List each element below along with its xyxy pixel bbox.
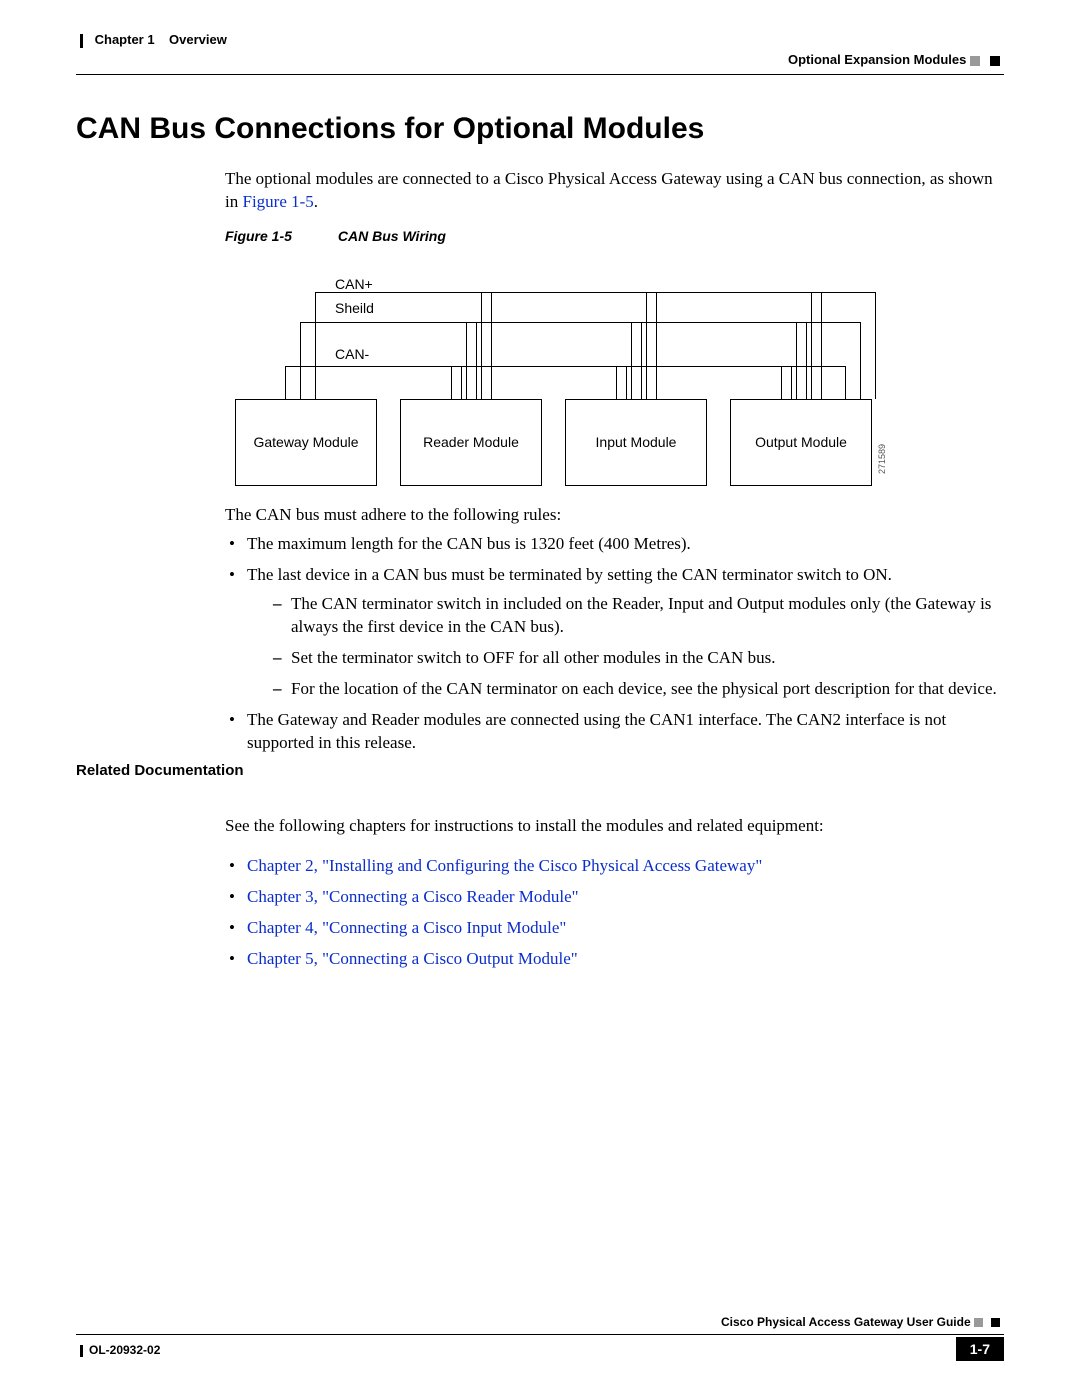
rule-subitem: The CAN terminator switch in included on… xyxy=(273,593,1002,639)
wire xyxy=(491,292,492,399)
intro-text: The optional modules are connected to a … xyxy=(225,169,993,211)
shield-label: Sheild xyxy=(335,300,374,316)
related-link-item: Chapter 5, "Connecting a Cisco Output Mo… xyxy=(225,948,1002,971)
footer-rule xyxy=(76,1334,1004,1335)
header-rule xyxy=(76,74,1004,75)
wire xyxy=(461,366,462,399)
wire xyxy=(481,292,482,399)
wire xyxy=(806,322,807,399)
header-section: Optional Expansion Modules xyxy=(788,52,1000,67)
related-link-item: Chapter 4, "Connecting a Cisco Input Mod… xyxy=(225,917,1002,940)
related-section: See the following chapters for instructi… xyxy=(225,798,1002,979)
page-title: CAN Bus Connections for Optional Modules xyxy=(76,112,704,146)
rule-item: The last device in a CAN bus must be ter… xyxy=(225,564,1002,701)
wire xyxy=(845,366,846,399)
wire xyxy=(626,366,627,399)
wire xyxy=(796,322,797,399)
related-link[interactable]: Chapter 2, "Installing and Configuring t… xyxy=(247,856,762,875)
input-module-box: Input Module xyxy=(565,399,707,486)
decorative-square-icon xyxy=(974,1318,983,1327)
wire xyxy=(811,292,812,399)
wire xyxy=(285,366,286,399)
related-link[interactable]: Chapter 5, "Connecting a Cisco Output Mo… xyxy=(247,949,578,968)
figure-title: CAN Bus Wiring xyxy=(338,228,446,244)
wire-canminus xyxy=(285,366,845,367)
rule-item: The Gateway and Reader modules are conne… xyxy=(225,709,1002,755)
wire xyxy=(791,366,792,399)
chapter-number: Chapter 1 xyxy=(95,32,155,47)
can-bus-diagram: CAN+ Sheild CAN- Gateway Module Reader M… xyxy=(225,264,875,494)
wire xyxy=(860,322,861,399)
wire xyxy=(315,292,316,399)
footer-docnum: OL-20932-02 xyxy=(80,1343,160,1357)
wire xyxy=(616,366,617,399)
wire xyxy=(641,322,642,399)
page-number: 1-7 xyxy=(956,1337,1004,1361)
gateway-module-box: Gateway Module xyxy=(235,399,377,486)
wire xyxy=(631,322,632,399)
diagram-id: 271589 xyxy=(877,444,887,474)
footer-guide-text: Cisco Physical Access Gateway User Guide xyxy=(721,1315,971,1329)
reader-module-box: Reader Module xyxy=(400,399,542,486)
wire xyxy=(451,366,452,399)
header-chapter: Chapter 1 Overview xyxy=(80,32,227,48)
chapter-title: Overview xyxy=(169,32,227,47)
related-intro: See the following chapters for instructi… xyxy=(225,815,1002,838)
figure-caption: Figure 1-5 CAN Bus Wiring xyxy=(225,228,446,244)
wire xyxy=(656,292,657,399)
related-heading: Related Documentation xyxy=(76,762,244,779)
related-link[interactable]: Chapter 3, "Connecting a Cisco Reader Mo… xyxy=(247,887,579,906)
figure-ref-link[interactable]: Figure 1-5 xyxy=(242,192,313,211)
header-section-text: Optional Expansion Modules xyxy=(788,52,966,67)
related-link-item: Chapter 2, "Installing and Configuring t… xyxy=(225,855,1002,878)
wire xyxy=(875,292,876,399)
can-minus-label: CAN- xyxy=(335,346,369,362)
figure-number: Figure 1-5 xyxy=(225,228,292,244)
wire xyxy=(466,322,467,399)
output-module-box: Output Module xyxy=(730,399,872,486)
wire xyxy=(476,322,477,399)
rule-text: The last device in a CAN bus must be ter… xyxy=(247,565,892,584)
wire xyxy=(781,366,782,399)
related-link[interactable]: Chapter 4, "Connecting a Cisco Input Mod… xyxy=(247,918,566,937)
intro-paragraph: The optional modules are connected to a … xyxy=(225,168,1000,214)
rules-intro: The CAN bus must adhere to the following… xyxy=(225,504,1002,527)
wire xyxy=(300,322,301,399)
related-link-item: Chapter 3, "Connecting a Cisco Reader Mo… xyxy=(225,886,1002,909)
rule-subitem: For the location of the CAN terminator o… xyxy=(273,678,1002,701)
rule-item: The maximum length for the CAN bus is 13… xyxy=(225,533,1002,556)
can-plus-label: CAN+ xyxy=(335,276,373,292)
footer-guide: Cisco Physical Access Gateway User Guide xyxy=(721,1315,1000,1329)
wire xyxy=(646,292,647,399)
decorative-square-icon xyxy=(970,56,980,66)
wire-canplus xyxy=(315,292,875,293)
wire-shield xyxy=(300,322,860,323)
rules-section: The CAN bus must adhere to the following… xyxy=(225,504,1002,762)
intro-text-end: . xyxy=(314,192,318,211)
rule-subitem: Set the terminator switch to OFF for all… xyxy=(273,647,1002,670)
wire xyxy=(821,292,822,399)
